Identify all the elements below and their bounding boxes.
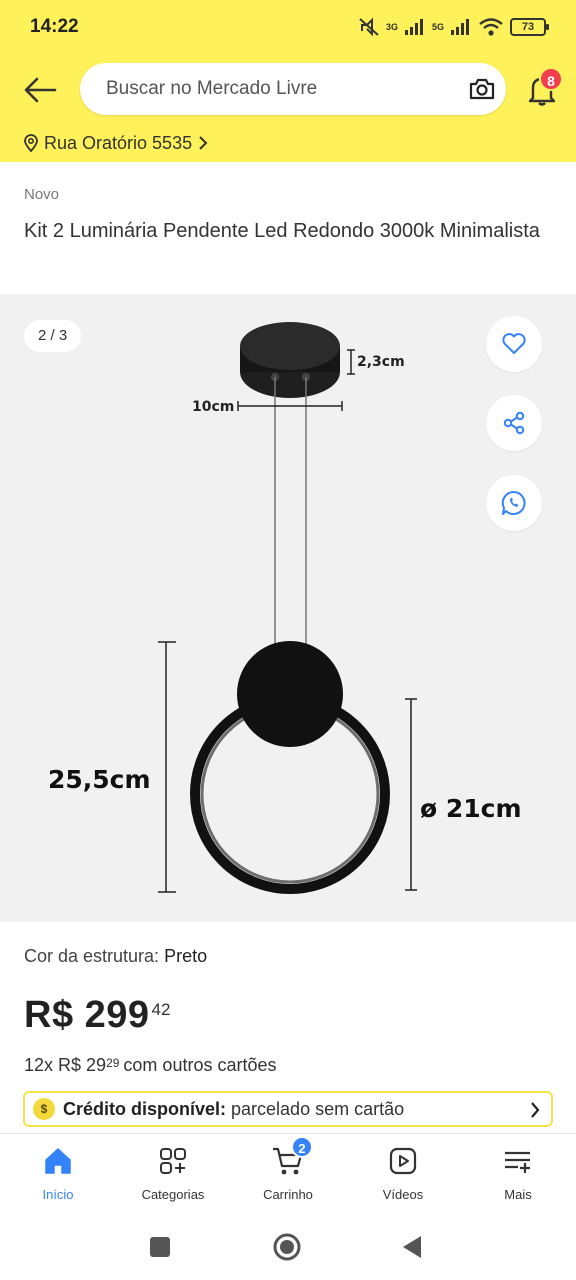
network-5g-label: 5G: [431, 22, 444, 32]
square-icon: [150, 1237, 170, 1257]
nav-label-mais: Mais: [504, 1187, 532, 1202]
system-navigation-bar: [0, 1215, 576, 1280]
back-button[interactable]: [20, 70, 60, 110]
bottom-navigation: Início Categorias 2 Carrinho Vídeos Mais: [0, 1133, 576, 1215]
nav-label-categorias: Categorias: [141, 1187, 205, 1202]
delivery-address[interactable]: Rua Oratório 5535: [24, 130, 208, 156]
whatsapp-icon: [501, 490, 526, 515]
product-title: Kit 2 Luminária Pendente Led Redondo 300…: [24, 220, 540, 242]
circle-home-icon: [273, 1233, 301, 1261]
chevron-right-icon: [531, 1102, 540, 1118]
nav-label-videos: Vídeos: [382, 1187, 424, 1202]
signal-icon-2: [451, 19, 469, 35]
nav-mais[interactable]: Mais: [463, 1144, 573, 1202]
credit-available-banner[interactable]: $ Crédito disponível: parcelado sem cart…: [23, 1091, 553, 1127]
back-system-button[interactable]: [396, 1231, 428, 1263]
video-icon: [389, 1147, 417, 1175]
status-icons: 3G 5G 73: [358, 14, 549, 40]
signal-icon: [404, 19, 423, 35]
camera-icon[interactable]: [468, 75, 496, 103]
address-text: Rua Oratório 5535: [44, 132, 193, 153]
price: R$ 299 42: [24, 994, 170, 1037]
price-amount: R$ 299: [24, 994, 150, 1036]
battery-indicator: 73: [510, 18, 549, 36]
price-cents: 42: [151, 1000, 171, 1019]
dim-diameter-label: ø 21cm: [420, 794, 522, 823]
status-bar: 14:22 3G 5G 73: [0, 0, 576, 56]
product-gallery[interactable]: 2,3cm 10cm 25,5cm ø 21cm 2 / 3: [0, 294, 576, 922]
nav-carrinho[interactable]: 2 Carrinho: [233, 1136, 343, 1202]
whatsapp-share-button[interactable]: [486, 475, 542, 531]
mute-icon: [359, 17, 379, 37]
nav-inicio[interactable]: Início: [3, 1144, 113, 1202]
nav-label-carrinho: Carrinho: [263, 1187, 313, 1202]
product-image: 2,3cm 10cm 25,5cm ø 21cm: [48, 322, 522, 894]
app-header: 14:22 3G 5G 73 Buscar no Mercado Livre 8…: [0, 0, 576, 162]
menu-plus-icon: [505, 1151, 530, 1173]
color-label: Cor da estrutura:: [24, 946, 160, 966]
location-pin-icon: [24, 134, 38, 152]
home-icon: [45, 1148, 71, 1174]
favorite-button[interactable]: [486, 316, 542, 372]
triangle-back-icon: [403, 1236, 421, 1258]
nav-videos[interactable]: Vídeos: [348, 1144, 458, 1202]
installments-prefix: 12x R$ 29: [24, 1055, 107, 1075]
heart-icon: [502, 333, 526, 354]
home-system-button[interactable]: [271, 1231, 303, 1263]
credit-subtitle: parcelado sem cartão: [231, 1098, 405, 1119]
installments-suffix: com outros cartões: [123, 1055, 277, 1075]
network-3g-label: 3G: [385, 22, 398, 32]
arrow-left-icon: [24, 77, 57, 103]
color-selector[interactable]: Cor da estrutura: Preto: [24, 946, 207, 967]
cart-count-badge: 2: [291, 1136, 313, 1158]
recent-apps-button[interactable]: [144, 1231, 176, 1263]
installments-info: 12x R$ 29 29 com outros cartões: [24, 1055, 276, 1076]
coin-icon: $: [33, 1098, 55, 1120]
search-input[interactable]: Buscar no Mercado Livre: [106, 78, 317, 100]
dim-height-label: 25,5cm: [48, 765, 151, 794]
dim-canopy-width-label: 10cm: [192, 399, 234, 415]
status-time: 14:22: [30, 16, 79, 37]
gallery-counter: 2 / 3: [24, 320, 82, 352]
installments-cents: 29: [106, 1056, 120, 1070]
search-bar[interactable]: Buscar no Mercado Livre: [80, 63, 506, 115]
wifi-icon: [479, 18, 503, 36]
dim-canopy-height-label: 2,3cm: [357, 354, 405, 370]
categories-icon: [160, 1148, 186, 1174]
product-condition: Novo: [24, 186, 60, 203]
notifications-badge: 8: [539, 67, 563, 91]
share-icon: [503, 411, 525, 435]
nav-label-inicio: Início: [42, 1187, 74, 1202]
share-button[interactable]: [486, 395, 542, 451]
nav-categorias[interactable]: Categorias: [118, 1144, 228, 1202]
chevron-right-icon: [199, 136, 208, 150]
credit-title: Crédito disponível:: [63, 1098, 227, 1119]
color-value: Preto: [164, 946, 208, 966]
